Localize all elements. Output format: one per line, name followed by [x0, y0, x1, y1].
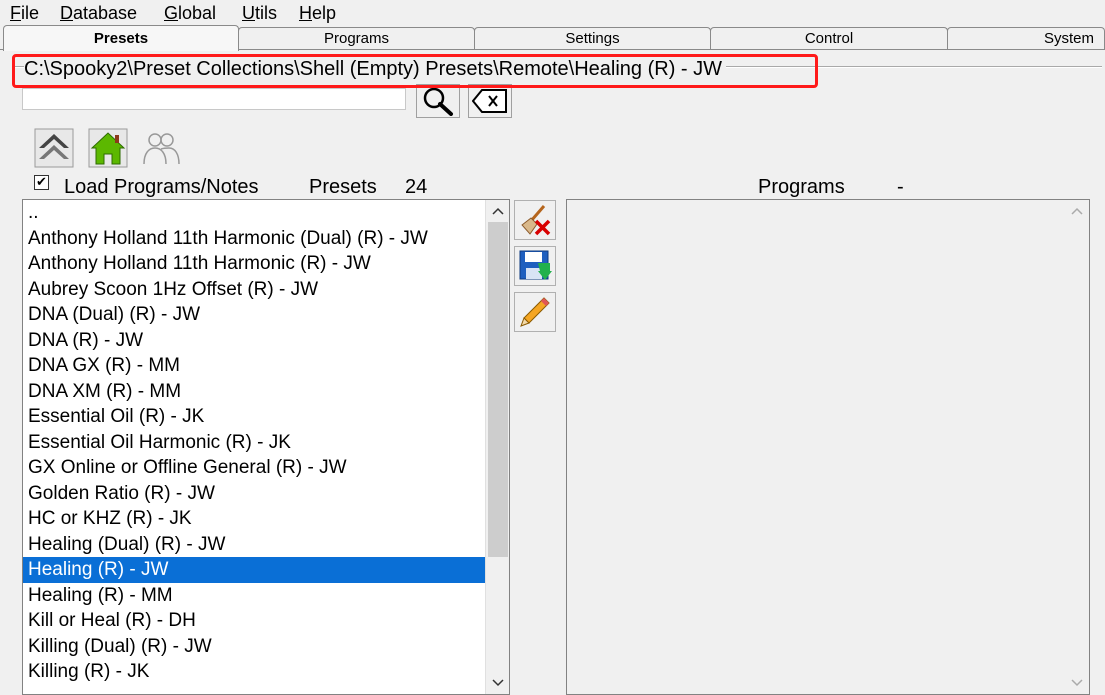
path-highlight-box	[12, 54, 818, 88]
save-icon	[519, 250, 552, 280]
edit-preset-button[interactable]	[514, 292, 556, 332]
menu-help[interactable]: Help	[299, 2, 336, 24]
programs-count: -	[897, 176, 904, 198]
list-item[interactable]: DNA (R) - JW	[23, 328, 485, 354]
chevron-down-icon	[1071, 679, 1083, 687]
load-programs-label: Load Programs/Notes	[64, 176, 259, 198]
chevron-down-icon	[492, 679, 504, 687]
list-item[interactable]: DNA XM (R) - MM	[23, 379, 485, 405]
chevron-up-icon	[1071, 207, 1083, 215]
programs-label: Programs	[758, 176, 845, 198]
tab-system[interactable]: System	[947, 27, 1105, 49]
menu-global[interactable]: Global	[164, 2, 216, 24]
up-folder-button[interactable]	[34, 128, 74, 168]
presets-count: 24	[405, 176, 428, 198]
programs-scroll-up-arrow[interactable]	[1065, 200, 1089, 222]
list-item[interactable]: Essential Oil (R) - JK	[23, 404, 485, 430]
list-item[interactable]: GX Online or Offline General (R) - JW	[23, 455, 485, 481]
presets-list-items: .. Anthony Holland 11th Harmonic (Dual) (…	[23, 200, 485, 685]
programs-list[interactable]	[566, 199, 1090, 695]
list-item[interactable]: Killing (Dual) (R) - JW	[23, 634, 485, 660]
list-item[interactable]: Golden Ratio (R) - JW	[23, 481, 485, 507]
list-item[interactable]: Aubrey Scoon 1Hz Offset (R) - JW	[23, 277, 485, 303]
tab-control[interactable]: Control	[710, 27, 948, 49]
tab-programs[interactable]: Programs	[238, 27, 475, 49]
menu-bar: File Database Global Utils Help	[0, 0, 1105, 26]
broom-delete-icon	[521, 205, 551, 236]
scroll-up-arrow[interactable]	[486, 200, 509, 222]
home-button[interactable]	[88, 128, 128, 168]
pencil-icon	[520, 297, 550, 327]
save-preset-button[interactable]	[514, 246, 556, 286]
list-item[interactable]: Healing (R) - MM	[23, 583, 485, 609]
load-programs-checkbox[interactable]: ✔	[34, 175, 49, 190]
list-item[interactable]: Essential Oil Harmonic (R) - JK	[23, 430, 485, 456]
scroll-down-arrow[interactable]	[486, 672, 509, 694]
up-folder-icon	[34, 128, 74, 168]
list-item-selected[interactable]: Healing (R) - JW	[23, 557, 485, 583]
magnifier-icon	[423, 87, 453, 116]
list-item[interactable]: Anthony Holland 11th Harmonic (R) - JW	[23, 251, 485, 277]
menu-utils[interactable]: Utils	[242, 2, 277, 24]
clear-search-button[interactable]	[468, 84, 512, 118]
users-button[interactable]	[141, 128, 181, 168]
list-item[interactable]: DNA (Dual) (R) - JW	[23, 302, 485, 328]
menu-database[interactable]: Database	[60, 2, 137, 24]
presets-scroll-thumb[interactable]	[488, 222, 508, 557]
programs-scroll-down-arrow[interactable]	[1065, 672, 1089, 694]
presets-list[interactable]: .. Anthony Holland 11th Harmonic (Dual) (…	[22, 199, 510, 695]
delete-preset-button[interactable]	[514, 200, 556, 240]
list-item[interactable]: Anthony Holland 11th Harmonic (Dual) (R)…	[23, 226, 485, 252]
users-icon	[143, 133, 180, 165]
list-item[interactable]: Killing (R) - JK	[23, 659, 485, 685]
chevron-up-icon	[492, 207, 504, 215]
list-item[interactable]: Kill or Heal (R) - DH	[23, 608, 485, 634]
clear-search-icon	[472, 89, 507, 113]
programs-scrollbar[interactable]	[1065, 200, 1089, 694]
list-item[interactable]: HC or KHZ (R) - JK	[23, 506, 485, 532]
list-item[interactable]: Healing (Dual) (R) - JW	[23, 532, 485, 558]
presets-count-label: Presets	[309, 176, 377, 198]
menu-file[interactable]: File	[10, 2, 39, 24]
tab-settings[interactable]: Settings	[474, 27, 711, 49]
search-button[interactable]	[416, 84, 460, 118]
search-input[interactable]	[22, 88, 406, 110]
home-icon	[88, 128, 128, 168]
presets-scrollbar[interactable]	[485, 200, 509, 694]
list-item[interactable]: ..	[23, 200, 485, 226]
list-item[interactable]: DNA GX (R) - MM	[23, 353, 485, 379]
tab-presets[interactable]: Presets	[3, 25, 239, 51]
